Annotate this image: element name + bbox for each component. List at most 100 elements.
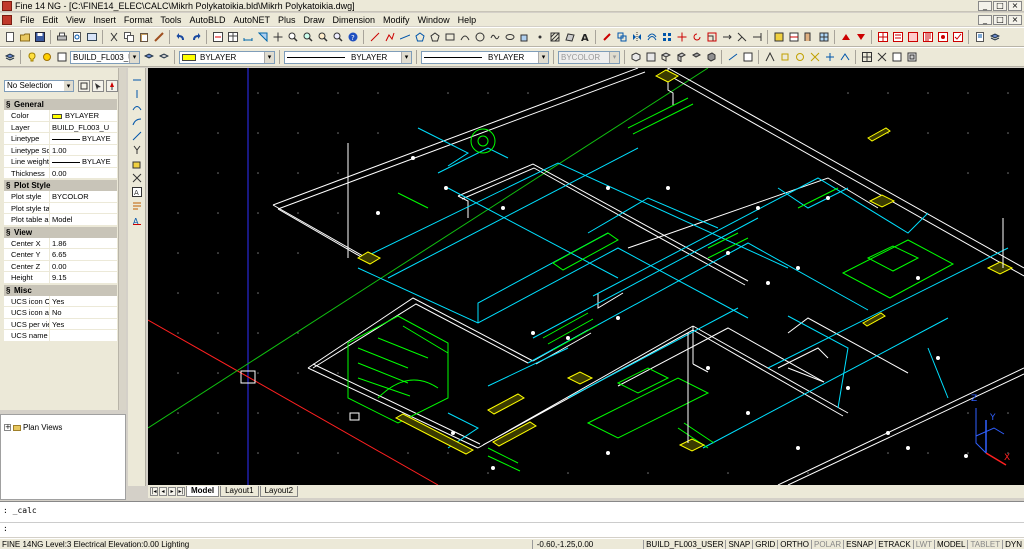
mirror-icon[interactable]	[630, 31, 643, 44]
publish-icon[interactable]	[85, 31, 98, 44]
block-insert-icon[interactable]	[130, 158, 143, 170]
layer-color-icon[interactable]	[55, 51, 68, 64]
table-icon[interactable]	[226, 31, 239, 44]
menu-view[interactable]: View	[62, 15, 89, 25]
property-value[interactable]: 6.65	[50, 249, 117, 260]
construction-line-icon[interactable]	[398, 31, 411, 44]
menu-format[interactable]: Format	[120, 15, 157, 25]
rotate-icon[interactable]	[690, 31, 703, 44]
point-icon[interactable]	[533, 31, 546, 44]
new-file-icon[interactable]	[3, 31, 16, 44]
select-objects-button[interactable]	[92, 80, 104, 92]
dist-icon[interactable]	[726, 51, 739, 64]
text-icon[interactable]: A	[578, 31, 591, 44]
property-value[interactable]: Yes	[50, 319, 117, 330]
erase-icon[interactable]	[600, 31, 613, 44]
print-setup-icon[interactable]	[973, 31, 986, 44]
autonet-grid-icon[interactable]	[876, 31, 889, 44]
layer-previous-icon[interactable]	[157, 51, 170, 64]
status-toggle-esnap[interactable]: ESNAP	[843, 539, 875, 549]
pentagon-icon[interactable]	[428, 31, 441, 44]
curve-icon[interactable]	[130, 102, 143, 114]
property-value[interactable]: 0.00	[50, 168, 117, 179]
menu-insert[interactable]: Insert	[89, 15, 120, 25]
selection-dropdown[interactable]: No Selection ▾	[4, 80, 74, 92]
stretch-icon[interactable]	[720, 31, 733, 44]
property-value[interactable]: BYLAYE	[50, 133, 117, 144]
property-row[interactable]: Color BYLAYER	[4, 110, 117, 122]
area-icon[interactable]	[256, 31, 269, 44]
property-value[interactable]: No	[50, 307, 117, 318]
status-toggle-snap[interactable]: SNAP	[725, 539, 752, 549]
text-edit-icon[interactable]: A	[130, 214, 143, 226]
pan-icon[interactable]	[271, 31, 284, 44]
section-plot-style[interactable]: Plot Style	[4, 180, 117, 191]
spline-icon[interactable]	[488, 31, 501, 44]
menu-modify[interactable]: Modify	[379, 15, 414, 25]
view-iso-icon[interactable]	[659, 51, 672, 64]
property-value[interactable]: BYCOLOR	[50, 191, 117, 202]
construction-line-icon[interactable]	[130, 74, 143, 86]
view-top-icon[interactable]	[644, 51, 657, 64]
property-row[interactable]: Layer BUILD_FL003_U	[4, 121, 117, 133]
redo-icon[interactable]	[189, 31, 202, 44]
status-toggle-dyn[interactable]: DYN	[1002, 539, 1024, 549]
property-row[interactable]: Center X 1.86	[4, 237, 117, 249]
last-tab-button[interactable]: ▸|	[177, 487, 185, 496]
property-value[interactable]: Model	[50, 214, 117, 225]
new-view-icon[interactable]	[211, 31, 224, 44]
command-prompt[interactable]: :	[0, 522, 1024, 534]
property-value[interactable]: Yes	[50, 296, 117, 307]
zoom-previous-icon[interactable]	[316, 31, 329, 44]
copy-icon[interactable]	[122, 31, 135, 44]
menu-help[interactable]: Help	[454, 15, 481, 25]
tab-layout1[interactable]: Layout1	[220, 486, 259, 497]
property-row[interactable]: UCS name	[4, 330, 117, 342]
property-value[interactable]: BYLAYE	[50, 156, 117, 167]
cut-icon[interactable]	[107, 31, 120, 44]
lineweight-dropdown[interactable]: BYLAYER ▾	[421, 50, 549, 64]
quick-select-button[interactable]	[106, 80, 118, 92]
toggle-pickadd-button[interactable]	[78, 80, 90, 92]
doc-close-button[interactable]: ×	[1008, 14, 1022, 25]
circle-icon[interactable]	[473, 31, 486, 44]
status-toggle-etrack[interactable]: ETRACK	[875, 539, 912, 549]
crossing-icon[interactable]	[875, 51, 888, 64]
hatch-icon[interactable]	[548, 31, 561, 44]
menu-draw[interactable]: Draw	[300, 15, 329, 25]
copy-object-icon[interactable]	[615, 31, 628, 44]
doc-restore-button[interactable]: □	[993, 14, 1007, 25]
property-row[interactable]: Thickness 0.00	[4, 167, 117, 179]
property-row[interactable]: Center Z 0.00	[4, 260, 117, 272]
make-current-layer-icon[interactable]	[142, 51, 155, 64]
close-button[interactable]: ×	[1008, 0, 1022, 11]
move-icon[interactable]	[675, 31, 688, 44]
menu-tools[interactable]: Tools	[156, 15, 185, 25]
menu-plus[interactable]: Plus	[274, 15, 300, 25]
offset-icon[interactable]	[645, 31, 658, 44]
property-value[interactable]: BYLAYER	[50, 110, 117, 121]
autonet-calc-icon[interactable]	[891, 31, 904, 44]
view-3d-icon[interactable]	[629, 51, 642, 64]
property-row[interactable]: Linetype BYLAYE	[4, 133, 117, 145]
property-row[interactable]: Line weight BYLAYE	[4, 156, 117, 168]
layer-dropdown[interactable]: BUILD_FL003_US ▾	[70, 50, 140, 64]
help-icon[interactable]: ?	[346, 31, 359, 44]
first-tab-button[interactable]: |◂	[150, 487, 158, 496]
autobld-walls-icon[interactable]	[787, 31, 800, 44]
autobld-levels-icon[interactable]	[772, 31, 785, 44]
command-line-area[interactable]: : _calc :	[0, 501, 1024, 537]
scale-icon[interactable]	[705, 31, 718, 44]
status-toggle-ortho[interactable]: ORTHO	[777, 539, 811, 549]
status-toggle-build-fl003-user[interactable]: BUILD_FL003_USER	[643, 539, 725, 549]
print-preview-icon[interactable]	[70, 31, 83, 44]
paste-icon[interactable]	[137, 31, 150, 44]
property-row[interactable]: UCS icon OnYes	[4, 295, 117, 307]
arc-icon[interactable]	[458, 31, 471, 44]
property-value[interactable]: BUILD_FL003_U	[50, 122, 117, 133]
coordinate-readout[interactable]: -0.60,-1.25,0.00	[531, 539, 643, 549]
section-misc[interactable]: Misc	[4, 284, 117, 296]
rectangle-icon[interactable]	[443, 31, 456, 44]
drawing-canvas[interactable]: Z Y X	[148, 68, 1024, 485]
status-toggle-grid[interactable]: GRID	[752, 539, 777, 549]
